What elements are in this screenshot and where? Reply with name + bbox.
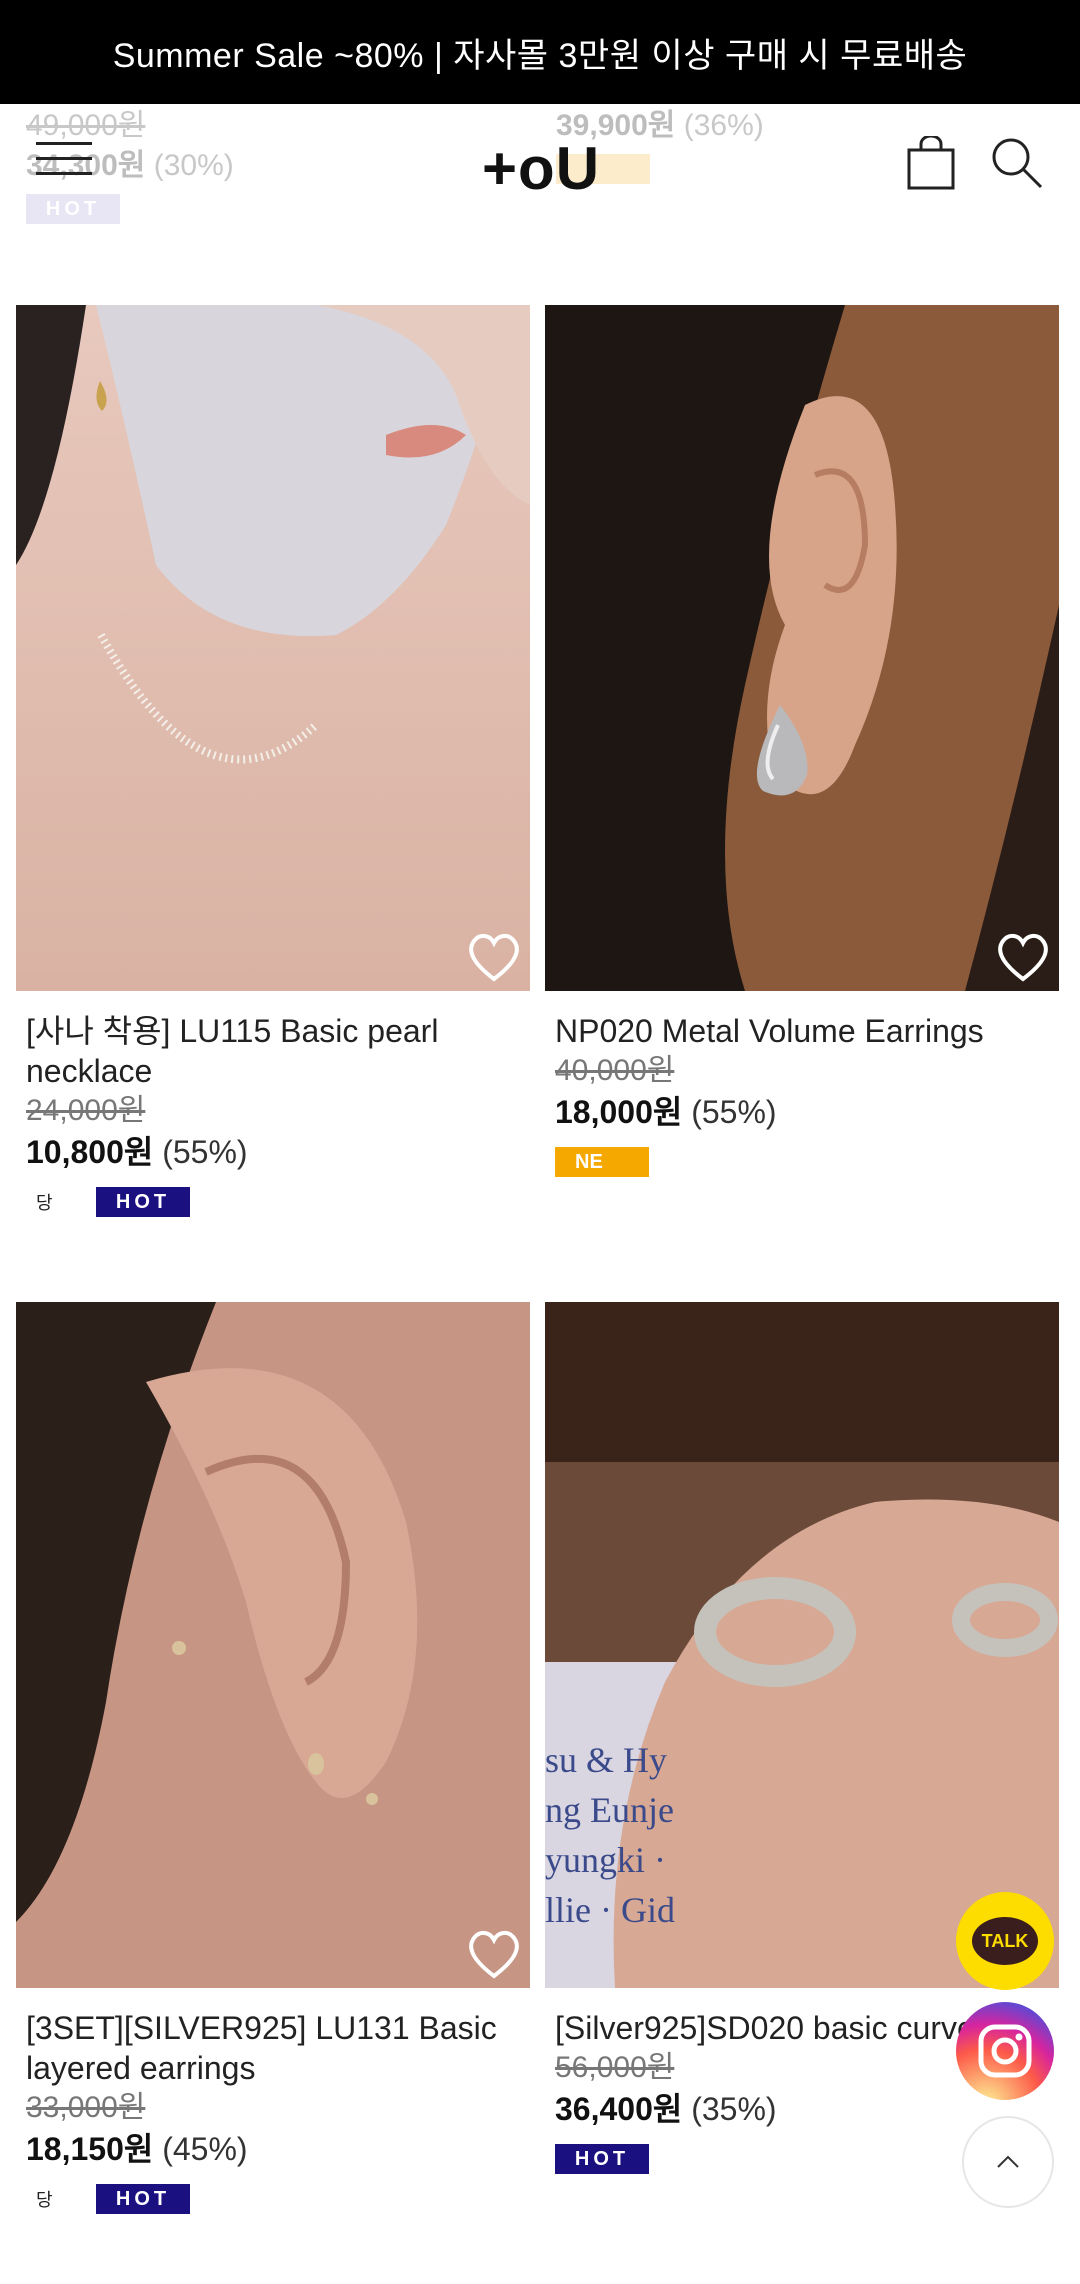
sale-price: 10,800원 (55%) <box>26 1134 248 1170</box>
original-price: 24,000원 <box>26 1094 146 1127</box>
product-info: [3SET][SILVER925] LU131 Basic layered ea… <box>26 2008 526 2214</box>
chevron-up-icon <box>997 2155 1019 2168</box>
badge-row: 당 HOT <box>26 2184 526 2214</box>
site-logo[interactable]: +oU <box>482 134 600 203</box>
badge-dang: 당 <box>36 1193 53 1213</box>
product-name[interactable]: [사나 착용] LU115 Basic pearl necklace <box>26 1011 526 1091</box>
product-name[interactable]: [3SET][SILVER925] LU131 Basic layered ea… <box>26 2008 526 2088</box>
svg-text:ng Eunje: ng Eunje <box>545 1790 674 1830</box>
sale-price: 36,400원 (35%) <box>555 2091 777 2127</box>
product-info: [사나 착용] LU115 Basic pearl necklace 24,00… <box>26 1011 526 1217</box>
product-image-layered-earrings[interactable] <box>16 1302 530 1988</box>
cart-icon[interactable] <box>906 134 956 192</box>
original-price: 40,000원 <box>555 1054 675 1087</box>
svg-text:yungki ·: yungki · <box>545 1840 666 1880</box>
sale-price: 18,150원 (45%) <box>26 2131 248 2167</box>
badge-row: 당 HOT <box>26 1187 526 1217</box>
sale-price: 18,000원 (55%) <box>555 1094 777 1130</box>
svg-text:su & Hy: su & Hy <box>545 1740 667 1780</box>
svg-text:llie · Gid: llie · Gid <box>545 1890 675 1930</box>
instagram-icon <box>978 2024 1032 2078</box>
site-header: +oU <box>0 104 1080 224</box>
wishlist-heart-icon[interactable] <box>466 931 522 983</box>
badge-hot: HOT <box>555 2144 649 2174</box>
wishlist-heart-icon[interactable] <box>466 1928 522 1980</box>
search-icon[interactable] <box>990 136 1044 190</box>
wishlist-heart-icon[interactable] <box>995 931 1051 983</box>
promo-banner[interactable]: Summer Sale ~80% | 자사몰 3만원 이상 구매 시 무료배송 <box>0 0 1080 104</box>
kakao-talk-button[interactable]: TALK <box>956 1892 1054 1990</box>
kakao-talk-icon: TALK <box>972 1917 1038 1965</box>
badge-row: NE <box>555 1147 1055 1177</box>
badge-dang: 당 <box>36 2190 53 2210</box>
original-price: 33,000원 <box>26 2091 146 2124</box>
badge-hot: HOT <box>96 2184 190 2214</box>
product-image-metal-earrings[interactable] <box>545 305 1059 991</box>
instagram-button[interactable] <box>956 2002 1054 2100</box>
badge-new: NE <box>555 1147 649 1177</box>
product-image-pearl-necklace[interactable] <box>16 305 530 991</box>
scroll-to-top-button[interactable] <box>962 2116 1054 2208</box>
product-image-curve-ring[interactable]: su & Hy ng Eunje yungki · llie · Gid <box>545 1302 1059 1988</box>
badge-hot: HOT <box>96 1187 190 1217</box>
product-name[interactable]: NP020 Metal Volume Earrings <box>555 1011 1055 1051</box>
product-info: NP020 Metal Volume Earrings 40,000원 18,0… <box>555 1011 1055 1177</box>
hamburger-menu-icon[interactable] <box>36 142 92 186</box>
promo-banner-text: Summer Sale ~80% | 자사몰 3만원 이상 구매 시 무료배송 <box>112 36 968 75</box>
